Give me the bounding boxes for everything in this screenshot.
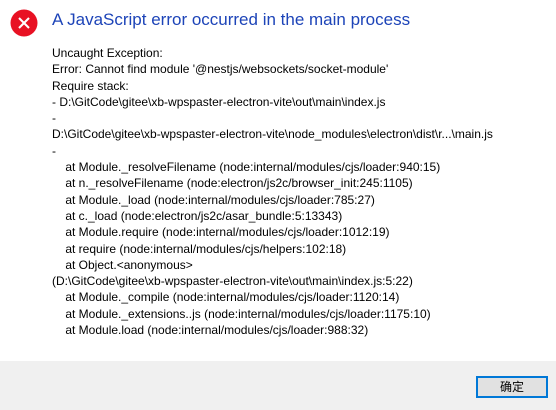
dialog-footer: 确定 (0, 361, 556, 410)
stack-line: at Object.<anonymous> (52, 257, 193, 272)
stack-line: at Module._load (node:internal/modules/c… (52, 192, 375, 207)
stack-line: at Module._extensions..js (node:internal… (52, 306, 431, 321)
message-line: - D:\GitCode\gitee\xb-wpspaster-electron… (52, 94, 386, 109)
stack-line: at Module.load (node:internal/modules/cj… (52, 323, 369, 338)
stack-line: at c._load (node:electron/js2c/asar_bund… (52, 208, 343, 223)
message-line: Uncaught Exception: (52, 46, 163, 60)
dialog-title: A JavaScript error occurred in the main … (52, 10, 411, 29)
ok-button[interactable]: 确定 (476, 376, 548, 398)
message-line: - (52, 143, 56, 158)
stack-line: at Module._resolveFilename (node:interna… (52, 160, 441, 175)
stack-line: (D:\GitCode\gitee\xb-wpspaster-electron-… (52, 274, 413, 289)
message-line: Require stack: (52, 78, 129, 93)
message-line: - (52, 111, 56, 126)
stack-line: at Module._compile (node:internal/module… (52, 290, 400, 305)
stack-line: at Module.require (node:internal/modules… (52, 225, 390, 240)
error-dialog: A JavaScript error occurred in the main … (0, 0, 556, 410)
stack-line: at n._resolveFilename (node:electron/js2… (52, 176, 413, 191)
message-line: D:\GitCode\gitee\xb-wpspaster-electron-v… (52, 127, 493, 142)
error-icon (10, 9, 38, 37)
error-message: Uncaught Exception: Error: Cannot find m… (52, 45, 552, 338)
message-line: Error: Cannot find module '@nestjs/webso… (52, 62, 389, 77)
stack-line: at require (node:internal/modules/cjs/he… (52, 241, 347, 256)
